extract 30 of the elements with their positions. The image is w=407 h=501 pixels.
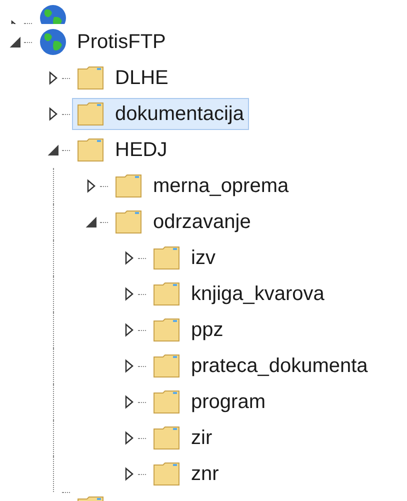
collapse-arrow-icon[interactable] (46, 143, 60, 157)
folder-icon (77, 102, 105, 126)
tree-item[interactable]: DLHE (72, 62, 174, 94)
folder-icon (77, 66, 105, 90)
tree-item[interactable]: merna_oprema (110, 170, 294, 202)
globe-icon (39, 28, 67, 56)
globe-icon (39, 4, 67, 24)
collapse-arrow-icon[interactable] (8, 35, 22, 49)
tree-item[interactable]: program (148, 386, 270, 418)
folder-icon (153, 462, 181, 486)
folder-icon (153, 426, 181, 450)
tree-item[interactable]: prateca_dokumenta (148, 350, 373, 382)
collapse-arrow-icon[interactable] (84, 215, 98, 229)
tree-item[interactable]: znr (148, 458, 224, 490)
folder-icon (153, 390, 181, 414)
tree-item[interactable]: knjiga_kvarova (148, 278, 330, 310)
folder-icon (153, 246, 181, 270)
tree-item[interactable]: ProtisFTP (34, 26, 171, 58)
folder-icon (77, 138, 105, 162)
tree-item[interactable]: odrzavanje (110, 206, 256, 238)
tree-item[interactable]: HEDJ (72, 134, 172, 166)
folder-icon (153, 354, 181, 378)
tree-item[interactable]: zir (148, 422, 218, 454)
tree-item[interactable]: izv (148, 242, 220, 274)
tree-item[interactable]: ppz (148, 314, 228, 346)
folder-icon (115, 174, 143, 198)
tree-item[interactable]: dokumentacija (72, 98, 249, 130)
folder-icon (115, 210, 143, 234)
folder-icon (153, 318, 181, 342)
folder-icon (153, 282, 181, 306)
